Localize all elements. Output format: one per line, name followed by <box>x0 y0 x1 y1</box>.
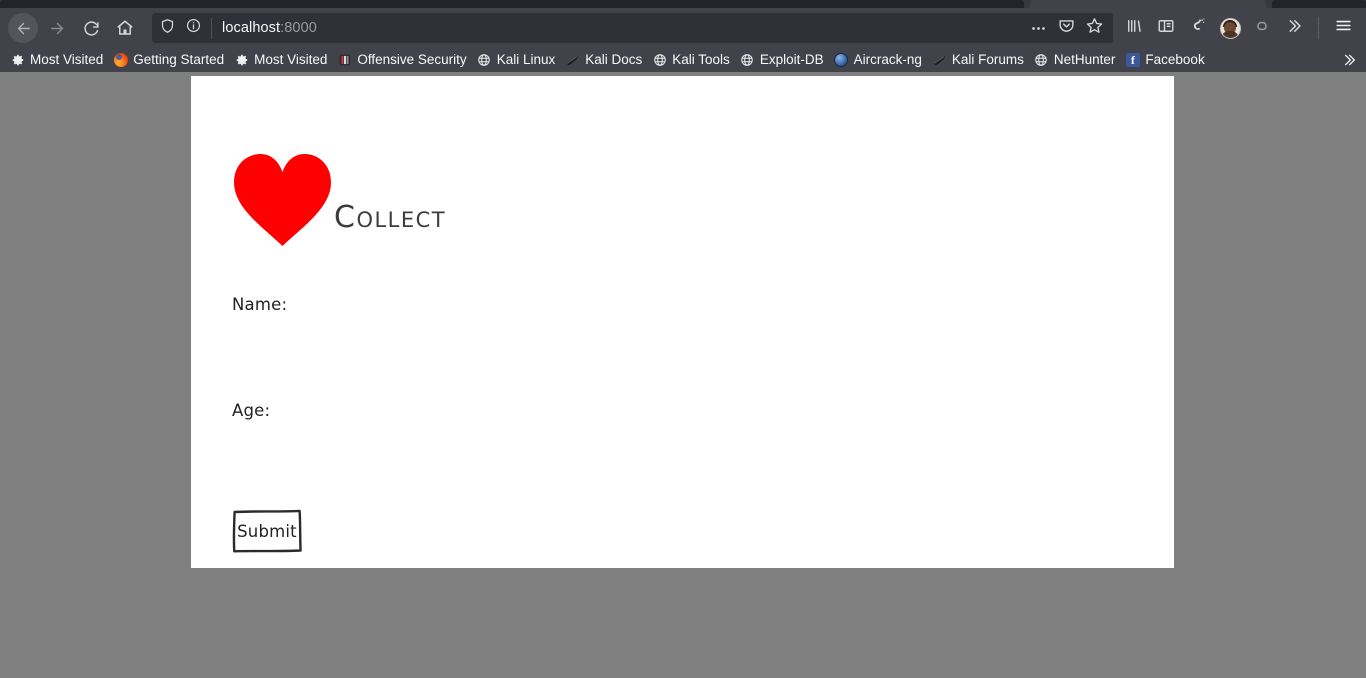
submit-button-wrap: Submit <box>232 509 302 553</box>
bookmark-label: Exploit-DB <box>759 52 824 67</box>
bookmark-label: Kali Docs <box>585 52 643 67</box>
tab-strip <box>0 0 1366 8</box>
bookmark-label: NetHunter <box>1053 52 1116 67</box>
bookmark-item-kali-forums[interactable]: Kali Forums <box>928 50 1030 70</box>
overflow-button[interactable] <box>1279 13 1309 43</box>
globe-icon <box>740 53 755 68</box>
overflow-chevron-icon <box>1285 17 1303 40</box>
back-arrow-icon <box>15 20 32 37</box>
name-input-wrap <box>232 321 475 365</box>
bookmark-item-nethunter[interactable]: NetHunter <box>1030 50 1122 70</box>
page-content-card: Collect Name: Age: Submit <box>191 76 1174 568</box>
url-host: localhost <box>222 20 281 36</box>
gear-icon <box>10 53 25 68</box>
disc-icon <box>834 53 849 68</box>
globe-icon <box>1034 53 1049 68</box>
offensive-security-icon <box>337 53 352 68</box>
toolbar-divider <box>1318 17 1319 39</box>
bookmark-item-aircrack-ng[interactable]: Aircrack-ng <box>830 50 928 70</box>
home-icon <box>116 19 134 37</box>
identity-box[interactable] <box>160 17 212 39</box>
bookmark-item-exploit-db[interactable]: Exploit-DB <box>736 50 830 70</box>
bookmark-button[interactable] <box>1081 15 1107 41</box>
url-bar[interactable]: localhost:8000 <box>152 13 1113 43</box>
navigation-toolbar: localhost:8000 <box>0 8 1366 48</box>
bookmark-label: Aircrack-ng <box>853 52 922 67</box>
url-port: :8000 <box>280 20 317 36</box>
tab-3[interactable] <box>1272 0 1366 8</box>
bookmark-label: Getting Started <box>133 52 225 67</box>
page-viewport: Collect Name: Age: Submit <box>0 72 1366 678</box>
bookmark-label: Most Visited <box>254 52 328 67</box>
bookmarks-toolbar: Most Visited Getting Started Most Visited O… <box>0 48 1366 72</box>
bookmark-item-most-visited[interactable]: Most Visited <box>230 50 333 70</box>
age-input[interactable] <box>232 427 475 471</box>
bookmark-item-getting-started[interactable]: Getting Started <box>109 50 230 70</box>
pocket-icon <box>1058 17 1075 39</box>
library-button[interactable] <box>1119 13 1149 43</box>
gear-icon <box>234 53 249 68</box>
extension-button[interactable] <box>1183 13 1213 43</box>
age-label: Age: <box>232 401 271 420</box>
globe-icon <box>652 53 667 68</box>
form-gap-1 <box>232 365 532 401</box>
bookmark-item-facebook[interactable]: f Facebook <box>1121 50 1210 70</box>
library-icon <box>1125 17 1143 40</box>
bookmark-label: Offensive Security <box>357 52 467 67</box>
name-label: Name: <box>232 295 288 314</box>
reload-button[interactable] <box>76 13 106 43</box>
name-input[interactable] <box>232 321 475 365</box>
bookmarks-overflow-button[interactable] <box>1338 49 1360 71</box>
heart-icon <box>232 152 333 247</box>
bookmark-item-most-visited[interactable]: Most Visited <box>6 50 109 70</box>
bookmark-label: Kali Linux <box>496 52 556 67</box>
sidebar-button[interactable] <box>1151 13 1181 43</box>
back-button[interactable] <box>8 13 38 43</box>
shield-icon[interactable] <box>160 18 175 39</box>
page-info-icon[interactable] <box>186 18 201 38</box>
facebook-icon: f <box>1125 53 1140 68</box>
reload-icon <box>83 20 100 37</box>
hamburger-menu-icon <box>1334 16 1353 40</box>
url-text[interactable]: localhost:8000 <box>222 20 1025 36</box>
submit-button[interactable]: Submit <box>232 509 302 553</box>
bookmark-item-kali-docs[interactable]: Kali Docs <box>561 50 648 70</box>
bookmark-item-kali-tools[interactable]: Kali Tools <box>648 50 736 70</box>
brand-header: Collect <box>232 152 446 247</box>
bookmark-label: Kali Forums <box>951 52 1024 67</box>
kali-dragon-icon <box>565 53 580 68</box>
firefox-icon <box>113 53 128 68</box>
bookmark-item-offensive-security[interactable]: Offensive Security <box>333 50 472 70</box>
extension-icon <box>1189 17 1207 40</box>
sync-icon <box>1253 17 1271 40</box>
collect-form: Name: Age: Submit <box>232 295 532 553</box>
bookmark-item-kali-linux[interactable]: Kali Linux <box>473 50 562 70</box>
pocket-button[interactable] <box>1053 15 1079 41</box>
forward-button[interactable] <box>42 13 72 43</box>
account-avatar-icon <box>1219 17 1241 39</box>
bookmark-label: Kali Tools <box>672 52 730 67</box>
browser-window: localhost:8000 Most Visited Getting Star… <box>0 0 1366 678</box>
age-input-wrap <box>232 427 475 471</box>
app-menu-button[interactable] <box>1328 13 1358 43</box>
page-title: Collect <box>334 200 447 235</box>
url-bar-actions <box>1025 15 1107 41</box>
account-button[interactable] <box>1215 13 1245 43</box>
bookmark-label: Facebook <box>1145 52 1205 67</box>
toolbar-right <box>1119 13 1358 43</box>
kali-dragon-icon <box>932 53 947 68</box>
home-button[interactable] <box>110 13 140 43</box>
sync-button[interactable] <box>1247 13 1277 43</box>
bookmark-label: Most Visited <box>30 52 104 67</box>
star-icon <box>1086 17 1103 39</box>
tab-2-active[interactable] <box>1030 0 1266 8</box>
globe-icon <box>477 53 492 68</box>
forward-arrow-icon <box>49 20 66 37</box>
sidebar-icon <box>1157 17 1175 40</box>
page-actions-button[interactable] <box>1025 15 1051 41</box>
tab-1[interactable] <box>0 0 1024 8</box>
